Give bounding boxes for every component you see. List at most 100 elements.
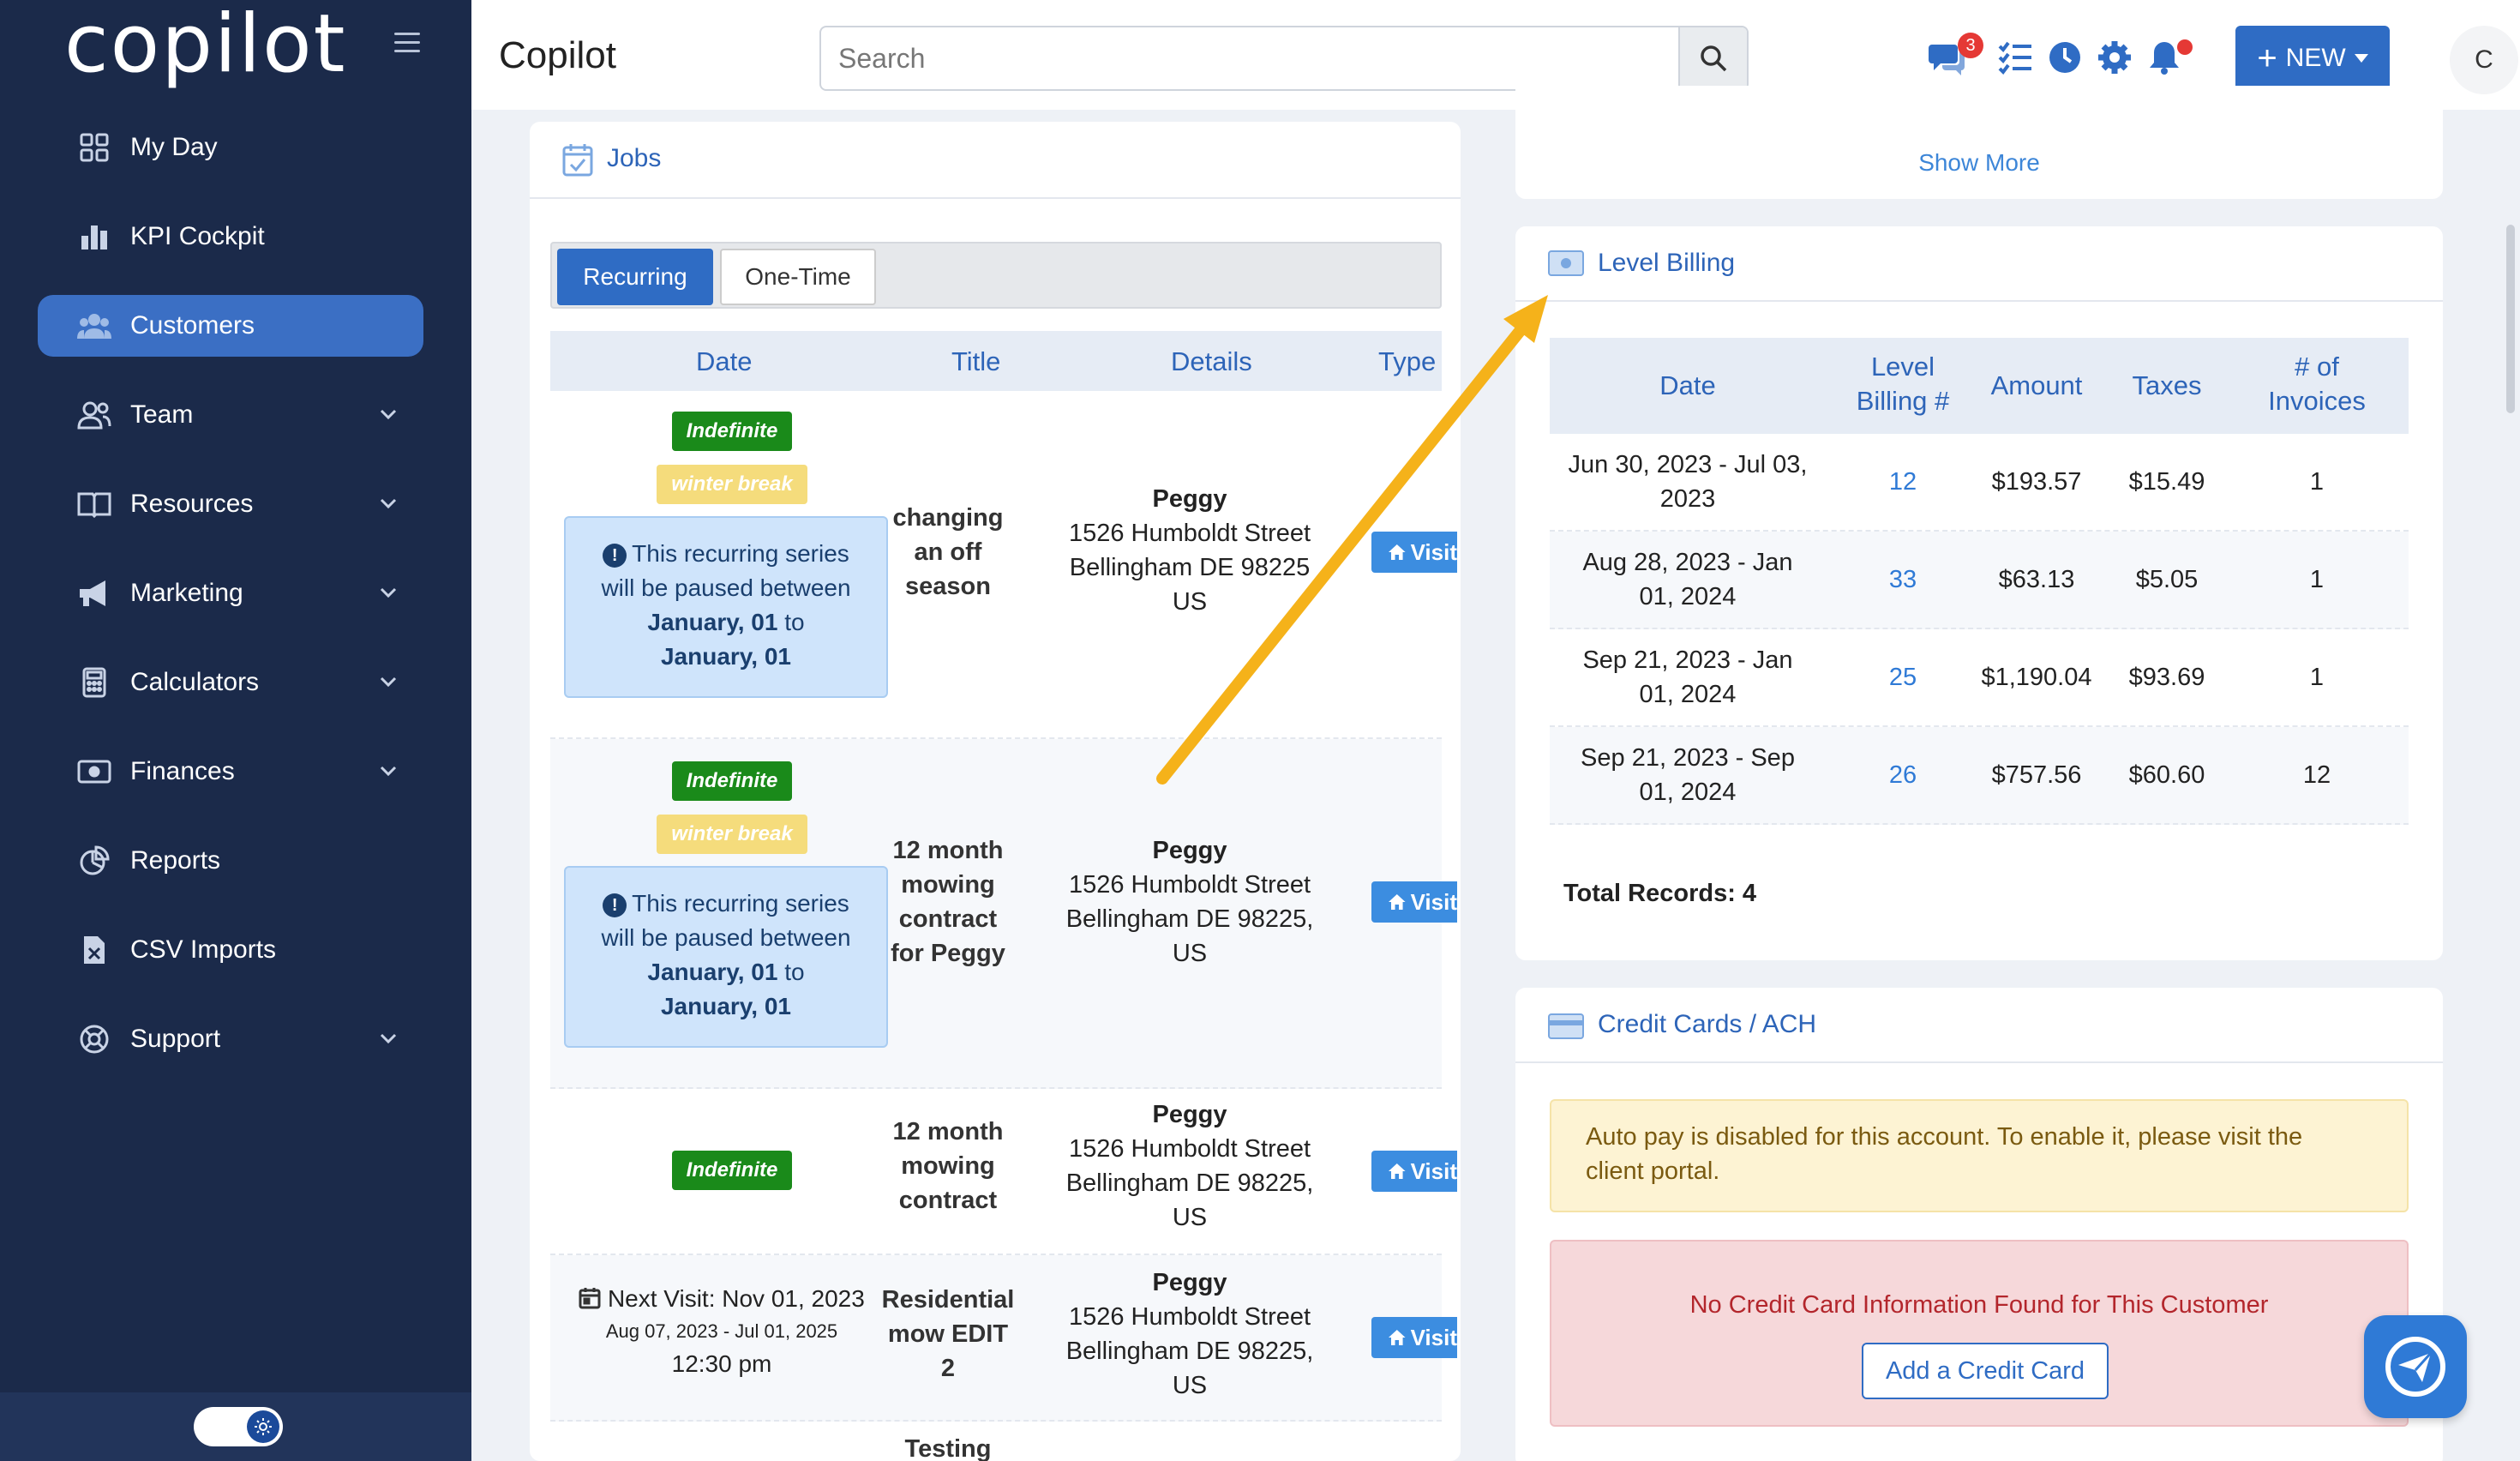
billing-taxes: $60.60 bbox=[2128, 761, 2205, 789]
sidebar-item-marketing[interactable]: Marketing bbox=[38, 562, 423, 624]
sidebar-item-label: Marketing bbox=[130, 579, 243, 607]
visit-button[interactable]: Visit bbox=[1371, 532, 1457, 573]
visit-button[interactable]: Visit bbox=[1371, 1151, 1457, 1192]
sun-icon bbox=[247, 1410, 279, 1443]
sidebar-item-team[interactable]: Team bbox=[38, 384, 423, 446]
column-amount: Amount bbox=[1990, 370, 2083, 400]
search-icon bbox=[1701, 45, 1727, 72]
winter-break-badge: winter break bbox=[657, 815, 807, 854]
billing-number-link[interactable]: 33 bbox=[1851, 562, 1954, 597]
job-title: 12 month mowing contract bbox=[892, 1118, 1004, 1214]
show-more-link[interactable]: Show More bbox=[1515, 149, 2443, 177]
visit-button[interactable]: Visit bbox=[1371, 1317, 1457, 1358]
sidebar-item-label: KPI Cockpit bbox=[130, 222, 265, 250]
jobs-table-header: Date Title Details Type bbox=[550, 331, 1442, 391]
sidebar-item-my-day[interactable]: My Day bbox=[38, 117, 423, 178]
sidebar-item-label: Calculators bbox=[130, 668, 260, 696]
job-title: changing an off season bbox=[892, 504, 1004, 600]
billing-number-link[interactable]: 12 bbox=[1851, 465, 1954, 499]
divider bbox=[1515, 300, 2443, 302]
page-title: Copilot bbox=[499, 34, 616, 76]
billing-taxes: $93.69 bbox=[2128, 664, 2205, 691]
table-row[interactable]: Sep 21, 2023 - Sep 01, 2024 26 $757.56 $6… bbox=[1550, 727, 2409, 825]
home-icon bbox=[1389, 1329, 1406, 1346]
add-credit-card-button[interactable]: Add a Credit Card bbox=[1862, 1343, 2109, 1399]
tab-one-time[interactable]: One-Time bbox=[720, 249, 876, 305]
sidebar-item-csv-imports[interactable]: CSV Imports bbox=[38, 919, 423, 981]
pie-chart-icon bbox=[77, 844, 111, 878]
job-title: Residential mow EDIT 2 bbox=[881, 1286, 1015, 1382]
sidebar-item-label: CSV Imports bbox=[130, 935, 277, 964]
gear-icon[interactable] bbox=[2097, 39, 2133, 75]
search-button[interactable] bbox=[1678, 27, 1747, 89]
job-details: Peggy 1526 Humboldt Street Bellingham DE 9… bbox=[1068, 485, 1311, 616]
level-billing-title: Level Billing bbox=[1598, 249, 1736, 277]
sidebar-item-label: My Day bbox=[130, 133, 218, 161]
table-row[interactable]: Next Visit: Nov 01, 2023 Aug 07, 2023 - … bbox=[550, 1255, 1457, 1422]
table-row[interactable]: Indefinite winter break ! This recurring … bbox=[550, 739, 1457, 1089]
job-title: 12 month mowing contract for Peggy bbox=[891, 837, 1005, 967]
new-button[interactable]: + NEW bbox=[2235, 26, 2390, 91]
column-type: Type bbox=[1378, 346, 1437, 376]
team-icon bbox=[77, 398, 111, 432]
home-icon bbox=[1389, 544, 1406, 561]
billing-number-link[interactable]: 26 bbox=[1851, 758, 1954, 792]
bar-chart-icon bbox=[77, 219, 111, 254]
table-row[interactable]: Indefinite winter break ! This recurring … bbox=[550, 391, 1457, 739]
chat-badge: 3 bbox=[1958, 33, 1983, 58]
sidebar-item-finances[interactable]: Finances bbox=[38, 741, 423, 803]
table-row[interactable]: Sep 21, 2023 - Jan 01, 2024 25 $1,190.04 … bbox=[1550, 629, 2409, 727]
billing-invoices: 1 bbox=[2309, 566, 2325, 593]
table-row[interactable]: Testing bbox=[550, 1422, 1442, 1461]
info-icon: ! bbox=[603, 893, 627, 917]
money-bill-icon bbox=[1548, 250, 1584, 276]
search-input[interactable] bbox=[838, 38, 1661, 79]
sidebar: copilot My Day KPI Cockpit Customers Tea… bbox=[0, 0, 471, 1461]
file-csv-icon bbox=[77, 933, 111, 967]
send-chat-icon bbox=[2385, 1337, 2445, 1397]
table-row[interactable]: Aug 28, 2023 - Jan 01, 2024 33 $63.13 $5.… bbox=[1550, 532, 2409, 629]
indefinite-badge: Indefinite bbox=[672, 1151, 792, 1190]
sidebar-item-resources[interactable]: Resources bbox=[38, 473, 423, 535]
total-records: Total Records: 4 bbox=[1563, 880, 1757, 907]
column-invoices: # of Invoices bbox=[2268, 352, 2366, 416]
job-details: Peggy 1526 Humboldt Street Bellingham DE 9… bbox=[1065, 837, 1314, 967]
sidebar-item-label: Team bbox=[130, 400, 194, 429]
billing-amount: $193.57 bbox=[1991, 468, 2082, 496]
sidebar-item-label: Reports bbox=[130, 846, 221, 875]
chevron-down-icon bbox=[380, 409, 397, 420]
no-card-message: No Credit Card Information Found for Thi… bbox=[1689, 1291, 2269, 1319]
billing-number-link[interactable]: 25 bbox=[1851, 660, 1954, 694]
column-taxes: Taxes bbox=[2132, 370, 2202, 400]
sidebar-item-customers[interactable]: Customers bbox=[38, 295, 423, 357]
chat-widget-button[interactable] bbox=[2364, 1315, 2467, 1418]
table-row[interactable]: Jun 30, 2023 - Jul 03, 2023 12 $193.57 $1… bbox=[1550, 434, 2409, 532]
page-scrollbar[interactable] bbox=[2506, 225, 2515, 413]
avatar[interactable]: C bbox=[2450, 26, 2518, 94]
search-box bbox=[819, 26, 1749, 91]
visit-button[interactable]: Visit bbox=[1371, 881, 1457, 923]
tab-recurring[interactable]: Recurring bbox=[557, 249, 713, 305]
billing-date: Aug 28, 2023 - Jan 01, 2024 bbox=[1582, 549, 1793, 610]
next-visit-info: Next Visit: Nov 01, 2023 Aug 07, 2023 - … bbox=[550, 1283, 893, 1380]
level-billing-panel: Level Billing Date Level Billing # Amoun… bbox=[1515, 226, 2443, 960]
billing-invoices: 1 bbox=[2309, 664, 2325, 691]
sidebar-item-label: Finances bbox=[130, 757, 235, 785]
users-icon bbox=[77, 309, 111, 343]
sidebar-item-kpi-cockpit[interactable]: KPI Cockpit bbox=[38, 206, 423, 268]
sidebar-item-reports[interactable]: Reports bbox=[38, 830, 423, 892]
book-icon bbox=[77, 487, 111, 521]
chevron-down-icon bbox=[380, 587, 397, 598]
job-details: Peggy 1526 Humboldt Street Bellingham DE 9… bbox=[1065, 1269, 1314, 1399]
sidebar-item-support[interactable]: Support bbox=[38, 1008, 423, 1070]
table-row[interactable]: Indefinite 12 month mowing contract Peggy 1… bbox=[550, 1089, 1457, 1255]
task-list-icon[interactable] bbox=[1997, 39, 2033, 75]
chevron-down-icon bbox=[380, 766, 397, 777]
sidebar-item-calculators[interactable]: Calculators bbox=[38, 652, 423, 713]
menu-toggle-icon[interactable] bbox=[394, 33, 420, 53]
info-icon: ! bbox=[603, 543, 627, 568]
billing-date: Sep 21, 2023 - Sep 01, 2024 bbox=[1581, 744, 1795, 806]
theme-toggle[interactable] bbox=[194, 1407, 283, 1446]
clock-icon[interactable] bbox=[2047, 39, 2083, 75]
billing-amount: $1,190.04 bbox=[1981, 664, 2092, 691]
